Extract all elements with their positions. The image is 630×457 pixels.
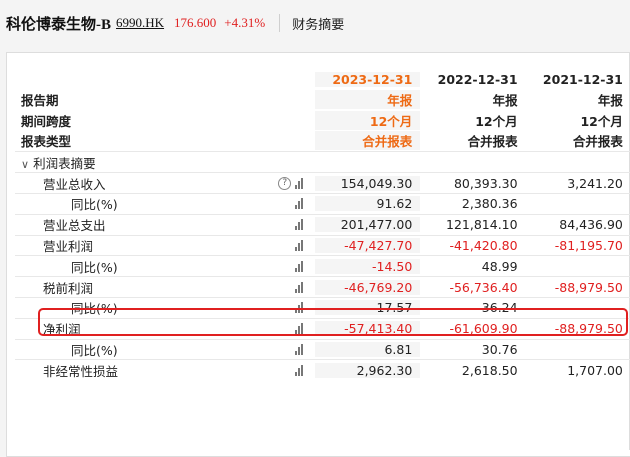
section-title: 财务摘要: [292, 17, 345, 33]
column-header-2023[interactable]: 2023-12-31: [315, 72, 421, 87]
bar-chart-icon[interactable]: [295, 281, 303, 293]
bar-chart-icon[interactable]: [295, 343, 303, 355]
meta-row-report-period: 报告期 年报 年报 年报: [15, 89, 630, 110]
table-row-net-profit: 净利润 -57,413.40 -61,609.90 -88,979.50: [15, 317, 630, 339]
bar-chart-icon[interactable]: [295, 364, 303, 376]
meta-row-statement-type: 报表类型 合并报表 合并报表 合并报表: [15, 131, 630, 152]
stock-code-link[interactable]: 6990.HK: [116, 15, 164, 31]
group-label: 利润表摘要: [33, 155, 96, 171]
header-divider: [279, 14, 281, 32]
stock-price: 176.600: [174, 15, 217, 30]
table-row-total-revenue: 营业总收入 ? 154,049.30 80,393.30 3,241.20: [15, 172, 630, 193]
table-row-non-recurring: 非经常性损益 2,962.30 2,618.50 1,707.00: [15, 359, 630, 380]
column-header-row: 2023-12-31 2022-12-31 2021-12-31: [15, 61, 630, 89]
table-row-total-expenses: 营业总支出 201,477.00 121,814.10 84,436.90: [15, 213, 630, 235]
table-row-pretax-profit: 税前利润 -46,769.20 -56,736.40 -88,979.50: [15, 276, 630, 297]
financial-summary-panel: 2023-12-31 2022-12-31 2021-12-31 报告期 年报 …: [6, 52, 630, 457]
bar-chart-icon[interactable]: [295, 323, 303, 335]
help-icon[interactable]: ?: [278, 176, 292, 190]
bar-chart-icon[interactable]: [295, 219, 303, 231]
bar-chart-icon[interactable]: [295, 239, 303, 251]
group-income-statement[interactable]: ∨ 利润表摘要: [15, 151, 630, 172]
bar-chart-icon[interactable]: [295, 302, 303, 314]
table-row-pretax-profit-yoy: 同比(%) 17.57 36.24: [15, 296, 630, 318]
bar-chart-icon[interactable]: [295, 177, 303, 189]
panel-bottom-edge: [7, 450, 630, 456]
stock-header: 科伦博泰生物-B 6990.HK 176.600 +4.31% 财务摘要: [0, 0, 630, 46]
chevron-down-icon[interactable]: ∨: [21, 158, 29, 171]
bar-chart-icon[interactable]: [295, 260, 303, 272]
table-row-operating-profit: 营业利润 -47,427.70 -41,420.80 -81,195.70: [15, 234, 630, 256]
table-row-revenue-yoy: 同比(%) 91.62 2,380.36: [15, 192, 630, 214]
column-header-2022[interactable]: 2022-12-31: [420, 72, 525, 87]
financial-table: 2023-12-31 2022-12-31 2021-12-31 报告期 年报 …: [15, 61, 630, 380]
meta-row-period-span: 期间跨度 12个月 12个月 12个月: [15, 110, 630, 131]
table-row-operating-profit-yoy: 同比(%) -14.50 48.99: [15, 255, 630, 276]
bar-chart-icon[interactable]: [295, 198, 303, 210]
company-name: 科伦博泰生物-B: [6, 16, 112, 33]
column-header-2021[interactable]: 2021-12-31: [526, 72, 630, 87]
table-row-net-profit-yoy: 同比(%) 6.81 30.76: [15, 338, 630, 360]
price-change: +4.31%: [224, 15, 266, 30]
